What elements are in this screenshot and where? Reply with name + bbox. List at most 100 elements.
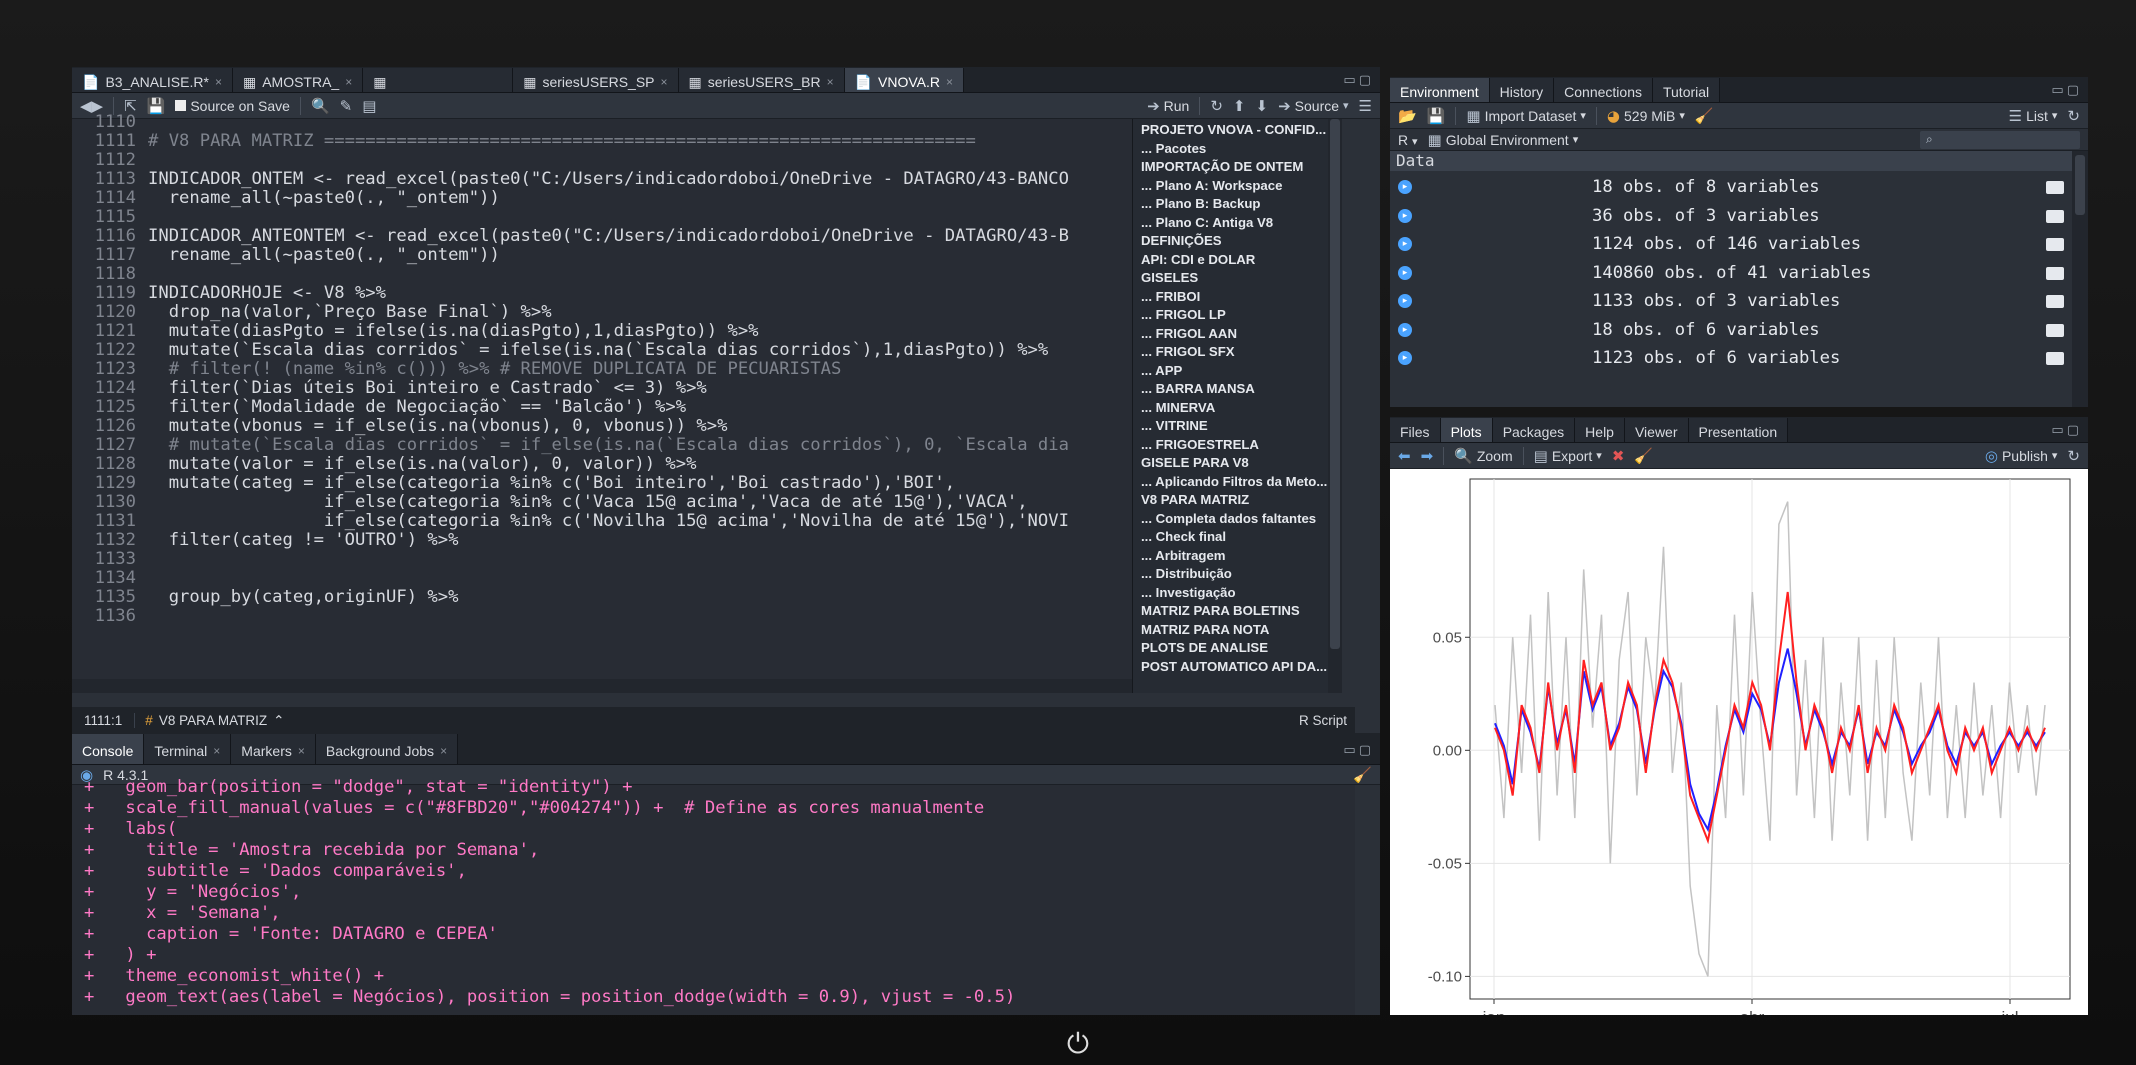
publish-button[interactable]: ◎ Publish ▾ [1985,447,2058,465]
tab-files[interactable]: Files [1390,418,1441,442]
run-button[interactable]: ➔ Run [1147,97,1189,115]
expand-icon[interactable]: ▸ [1398,351,1412,365]
outline-item[interactable]: GISELES [1141,269,1198,287]
tab-packages[interactable]: Packages [1492,418,1576,442]
down-arrow-icon[interactable]: ⬇ [1256,97,1269,115]
outline-item[interactable]: ... FRIGOL SFX [1141,343,1235,361]
outline-item[interactable]: MATRIZ PARA BOLETINS [1141,602,1300,620]
outline-item[interactable]: ... FRIGOESTRELA [1141,436,1259,454]
outline-item[interactable]: ... Pacotes [1141,140,1206,158]
language-selector[interactable]: R ▾ [1398,132,1418,148]
section-navigator[interactable]: # V8 PARA MATRIZ ⌃ [135,713,294,729]
outline-scrollbar[interactable] [1328,119,1342,693]
expand-icon[interactable]: ▸ [1398,322,1412,337]
scope-selector[interactable]: ▦ Global Environment ▾ [1428,131,1579,149]
expand-icon[interactable]: ▸ [1398,237,1412,251]
window-controls[interactable]: ▭▢ [2051,83,2082,98]
outline-item[interactable]: ... Arbitragem [1141,547,1226,565]
outline-item[interactable]: ... Investigação [1141,584,1236,602]
forward-arrow-icon[interactable]: ➡ [1421,447,1434,465]
close-icon[interactable]: × [440,744,447,758]
environment-row[interactable]: ▸ 1124 obs. of 146 variables [1390,230,2072,259]
source-on-save-checkbox[interactable]: Source on Save [175,98,290,114]
tab-background-jobs[interactable]: Background Jobs × [315,734,459,764]
editor-tab[interactable]: ▦ AMOSTRA_ × [232,68,364,92]
tab-viewer[interactable]: Viewer [1624,418,1689,442]
tab-markers[interactable]: Markers × [231,734,316,764]
editor-tab[interactable]: ▦ seriesUSERS_BR × [678,68,845,92]
outline-item[interactable]: MATRIZ PARA NOTA [1141,621,1269,639]
zoom-button[interactable]: 🔍 Zoom [1454,447,1512,465]
back-arrow-icon[interactable]: ⬅ [1398,447,1411,465]
view-mode-selector[interactable]: ☰ List ▾ [2009,107,2058,125]
view-table-icon[interactable] [2046,238,2064,251]
outline-item[interactable]: ... Aplicando Filtros da Meto... [1141,473,1327,491]
outline-item[interactable]: ... VITRINE [1141,417,1208,435]
outline-item[interactable]: ... FRIGOL LP [1141,306,1226,324]
broom-icon[interactable]: 🧹 [1634,447,1653,465]
environment-row[interactable]: ▸ 18 obs. of 8 variables [1390,173,2072,202]
outline-item[interactable]: DEFINIÇÕES [1141,232,1222,250]
save-icon[interactable]: 💾 [1427,107,1446,125]
close-icon[interactable]: × [298,744,305,758]
power-icon[interactable]: ⏻ [1062,1028,1094,1060]
refresh-icon[interactable]: ↻ [2067,447,2080,465]
view-table-icon[interactable] [2046,295,2064,308]
environment-search-input[interactable]: ⌕ [1920,130,2080,149]
tab-history[interactable]: History [1489,78,1555,102]
outline-item[interactable]: ... Completa dados faltantes [1141,510,1316,528]
outline-item[interactable]: PROJETO VNOVA - CONFID... [1141,121,1326,139]
outline-item[interactable]: ... Plano B: Backup [1141,195,1260,213]
remove-plot-icon[interactable]: ✖ [1612,447,1625,465]
environment-row[interactable]: ▸ 36 obs. of 3 variables [1390,202,2072,231]
editor-tab[interactable]: ▦ seriesUSERS_SP × [513,68,679,92]
close-icon[interactable]: × [345,75,352,89]
environment-scrollbar[interactable] [2072,151,2088,407]
memory-usage[interactable]: ◕ 529 MiB ▾ [1607,107,1685,125]
close-icon[interactable]: × [213,744,220,758]
tab-plots[interactable]: Plots [1440,418,1493,442]
save-icon[interactable]: 💾 [147,97,166,115]
tab-connections[interactable]: Connections [1554,78,1653,102]
view-table-icon[interactable] [2046,266,2064,280]
outline-item[interactable]: ... FRIGOL AAN [1141,325,1237,343]
import-dataset-button[interactable]: ▦ Import Dataset ▾ [1466,107,1586,125]
close-icon[interactable]: × [215,75,222,89]
environment-row[interactable]: ▸ 1123 obs. of 6 variables [1390,344,2072,373]
close-icon[interactable]: × [661,75,668,89]
search-icon[interactable]: 🔍 [311,97,330,115]
code-editor[interactable]: 1110 1111 # V8 PARA MATRIZ ===============… [72,113,1132,693]
view-table-icon[interactable] [2046,323,2064,337]
editor-tab[interactable]: ▦ [363,68,514,92]
outline-item[interactable]: GISELE PARA V8 [1141,454,1249,472]
expand-icon[interactable]: ▸ [1398,265,1412,280]
outline-item[interactable]: V8 PARA MATRIZ [1141,491,1249,509]
outline-item[interactable]: ... Plano A: Workspace [1141,177,1282,195]
tab-help[interactable]: Help [1575,418,1625,442]
outline-item[interactable]: POST AUTOMATICO API DA... [1141,658,1327,676]
console-output[interactable]: + geom_bar(position = "dodge", stat = "i… [72,777,1355,1015]
close-icon[interactable]: × [827,75,834,89]
outline-toggle-icon[interactable]: ☰ [1359,97,1372,115]
compile-report-icon[interactable]: ▤ [362,97,376,115]
environment-row[interactable]: ▸ 1133 obs. of 3 variables [1390,287,2072,316]
expand-icon[interactable]: ▸ [1398,294,1412,308]
tab-environment[interactable]: Environment [1390,78,1490,102]
environment-row[interactable]: ▸ 140860 obs. of 41 variables [1390,259,2072,288]
window-controls[interactable]: ▭▢ [1343,743,1374,758]
window-controls[interactable]: ▭▢ [1343,73,1374,88]
expand-icon[interactable]: ▸ [1398,208,1412,223]
open-folder-icon[interactable]: 📂 [1398,107,1417,125]
broom-icon[interactable]: 🧹 [1353,766,1372,784]
outline-item[interactable]: ... Distribuição [1141,565,1232,583]
outline-item[interactable]: ... Plano C: Antiga V8 [1141,214,1273,232]
outline-item[interactable]: ... BARRA MANSA [1141,380,1255,398]
editor-tab-active[interactable]: 📄 VNOVA.R × [844,68,965,92]
tab-terminal[interactable]: Terminal × [144,734,232,764]
outline-item[interactable]: ... APP [1141,362,1182,380]
outline-item[interactable]: ... MINERVA [1141,399,1215,417]
outline-item[interactable]: IMPORTAÇÃO DE ONTEM [1141,158,1303,176]
tab-presentation[interactable]: Presentation [1688,418,1789,442]
view-table-icon[interactable] [2046,209,2064,223]
broom-icon[interactable]: 🧹 [1695,107,1714,125]
